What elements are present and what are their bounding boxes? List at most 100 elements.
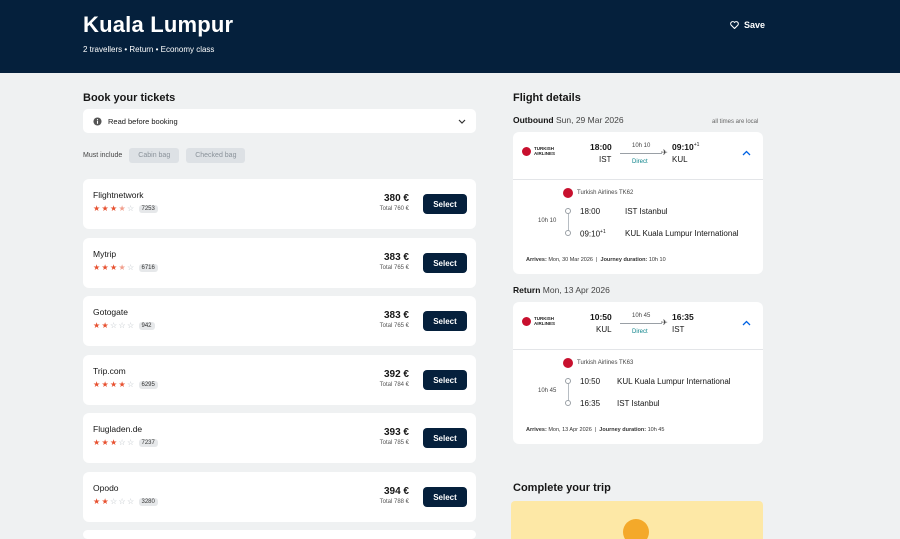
return-leg-arrival-airport: IST Istanbul <box>617 399 660 408</box>
provider-card: Mytrip ★ ★ ★ ★ ☆ 6716 383 € Total 765 € Select <box>83 238 476 288</box>
timeline-dot-arrival <box>565 400 571 406</box>
star-icon: ★ <box>110 263 118 272</box>
provider-name: Flightnetwork <box>93 190 144 200</box>
outbound-leg-departure-airport: IST Istanbul <box>625 207 668 216</box>
info-icon <box>93 116 102 126</box>
outbound-arrival-offset: +1 <box>693 142 700 149</box>
heart-icon <box>730 21 739 29</box>
star-icon: ★ <box>93 263 101 272</box>
outbound-flight-number: Turkish Airlines TK62 <box>563 188 633 198</box>
outbound-leg-arrival-time: 09:10+1 <box>580 229 606 239</box>
return-leg-duration: 10h 45 <box>538 388 557 394</box>
outbound-flight-card: TURKISH AIRLINES 18:00 IST 10h 10 ✈ Dire… <box>513 132 763 274</box>
review-count: 6295 <box>138 381 158 389</box>
rating-stars: ★ ★ ☆ ☆ ☆ 3280 <box>93 498 158 506</box>
star-icon: ☆ <box>127 204 135 213</box>
checked-bag-chip[interactable]: Checked bag <box>186 148 246 163</box>
star-icon: ☆ <box>127 321 135 330</box>
star-icon: ★ <box>118 380 126 389</box>
star-icon: ★ <box>101 204 109 213</box>
return-label: Return Mon, 13 Apr 2026 <box>513 285 610 295</box>
star-icon: ★ <box>93 321 101 330</box>
provider-total: Total 784 € <box>379 382 409 388</box>
select-button[interactable]: Select <box>423 428 467 448</box>
star-icon: ☆ <box>118 321 126 330</box>
provider-total: Total 765 € <box>379 265 409 271</box>
select-button[interactable]: Select <box>423 194 467 214</box>
save-button[interactable]: Save <box>730 20 765 30</box>
return-title: Return <box>513 285 541 295</box>
star-icon: ☆ <box>110 497 118 506</box>
outbound-stops: Direct <box>632 159 648 165</box>
provider-name: Trip.com <box>93 366 126 376</box>
star-icon: ☆ <box>110 321 118 330</box>
rating-stars: ★ ★ ★ ★ ☆ 6716 <box>93 264 158 272</box>
sun-illustration-icon <box>623 519 649 539</box>
destination-title: Kuala Lumpur <box>83 12 234 37</box>
divider <box>513 349 763 350</box>
return-arrival-summary: Arrives: Mon, 13 Apr 2026 | Journey dura… <box>526 427 665 433</box>
star-icon: ★ <box>110 380 118 389</box>
star-icon: ☆ <box>118 497 126 506</box>
review-count: 942 <box>138 322 155 330</box>
select-button[interactable]: Select <box>423 487 467 507</box>
provider-total: Total 760 € <box>379 206 409 212</box>
star-icon: ☆ <box>127 497 135 506</box>
star-icon: ★ <box>118 204 126 213</box>
timeline-dot-departure <box>565 208 571 214</box>
timeline-dot-arrival <box>565 230 571 236</box>
read-before-booking-toggle[interactable]: Read before booking <box>83 109 476 133</box>
return-departure-code: KUL <box>596 325 612 334</box>
complete-trip-heading: Complete your trip <box>513 482 611 494</box>
provider-price: 392 € <box>383 369 409 380</box>
outbound-title: Outbound <box>513 115 554 125</box>
outbound-leg-duration: 10h 10 <box>538 218 557 224</box>
outbound-arrival-code: KUL <box>672 155 688 164</box>
promo-banner[interactable] <box>511 501 763 539</box>
read-before-booking-label: Read before booking <box>108 116 178 126</box>
cabin-bag-chip[interactable]: Cabin bag <box>129 148 180 163</box>
collapse-return-caret-icon[interactable] <box>742 318 751 328</box>
rating-stars: ★ ★ ★ ★ ☆ 7253 <box>93 205 158 213</box>
page-header: Kuala Lumpur 2 travellers • Return • Eco… <box>0 0 900 73</box>
provider-card: Gotogate ★ ★ ☆ ☆ ☆ 942 383 € Total 765 € Select <box>83 296 476 346</box>
plane-icon: ✈ <box>661 318 668 327</box>
outbound-label: Outbound Sun, 29 Mar 2026 <box>513 115 624 125</box>
provider-price: 383 € <box>383 252 409 263</box>
save-label: Save <box>744 20 766 30</box>
route-line <box>620 323 662 324</box>
select-button[interactable]: Select <box>423 253 467 273</box>
rating-stars: ★ ★ ☆ ☆ ☆ 942 <box>93 322 155 330</box>
turkish-airlines-logo-icon <box>522 316 531 326</box>
provider-total: Total 788 € <box>379 499 409 505</box>
must-include-filter: Must include Cabin bag Checked bag <box>83 148 246 163</box>
provider-total: Total 765 € <box>379 323 409 329</box>
provider-total: Total 785 € <box>379 440 409 446</box>
select-button[interactable]: Select <box>423 311 467 331</box>
airline-logo: TURKISH AIRLINES <box>522 146 558 156</box>
star-icon: ★ <box>101 497 109 506</box>
return-leg-departure-airport: KUL Kuala Lumpur International <box>617 377 731 386</box>
star-icon: ★ <box>93 438 101 447</box>
outbound-departure-code: IST <box>599 155 612 164</box>
provider-card: Flightnetwork ★ ★ ★ ★ ☆ 7253 380 € Total 760 € Se… <box>83 179 476 229</box>
return-stops: Direct <box>632 329 648 335</box>
provider-price: 380 € <box>383 193 409 204</box>
outbound-leg-arrival-airport: KUL Kuala Lumpur International <box>625 229 739 238</box>
star-icon: ★ <box>101 438 109 447</box>
star-icon: ☆ <box>127 380 135 389</box>
must-include-label: Must include <box>83 152 123 159</box>
provider-name: Mytrip <box>93 249 117 259</box>
outbound-date: Sun, 29 Mar 2026 <box>555 115 624 125</box>
star-icon: ☆ <box>127 263 135 272</box>
review-count: 3280 <box>138 498 158 506</box>
airline-logo: TURKISH AIRLINES <box>522 316 558 326</box>
star-icon: ☆ <box>118 438 126 447</box>
star-icon: ★ <box>118 263 126 272</box>
collapse-outbound-caret-icon[interactable] <box>742 148 751 158</box>
return-flight-number: Turkish Airlines TK63 <box>563 358 633 368</box>
select-button[interactable]: Select <box>423 370 467 390</box>
provider-card <box>83 530 476 539</box>
plane-icon: ✈ <box>661 148 668 157</box>
star-icon: ★ <box>93 380 101 389</box>
